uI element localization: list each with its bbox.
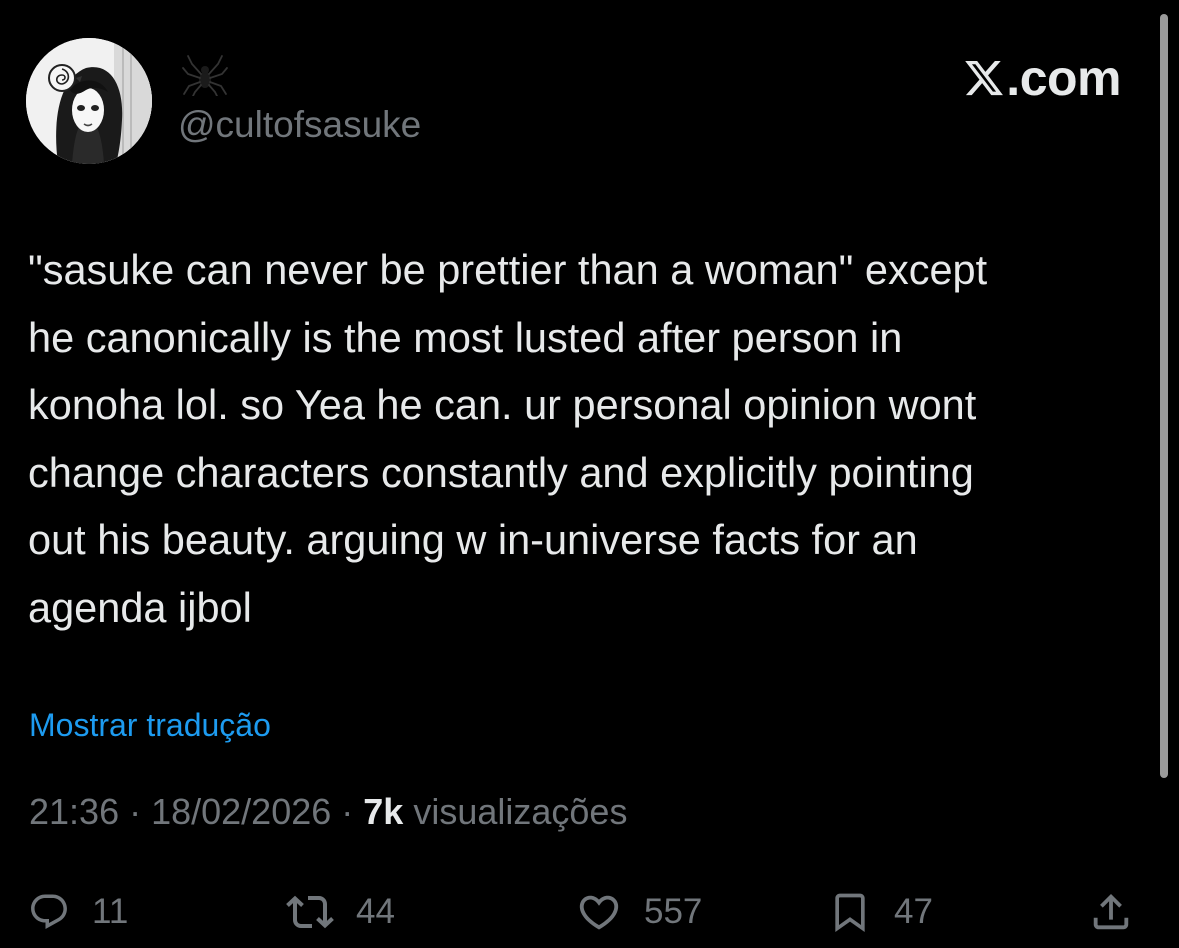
- avatar[interactable]: [26, 38, 152, 164]
- reply-count: 11: [92, 892, 129, 931]
- meta-separator: ·: [331, 791, 364, 832]
- tweet-date[interactable]: 18/02/2026: [151, 791, 331, 832]
- bookmark-icon: [835, 893, 865, 933]
- tweet-text-line: "sasuke can never be prettier than a wom…: [28, 246, 988, 293]
- share-icon: [1093, 893, 1129, 930]
- like-button[interactable]: 557: [576, 880, 702, 944]
- heart-icon: [579, 895, 619, 930]
- tweet-text-line: change characters constantly and explici…: [28, 448, 974, 496]
- like-count: 557: [644, 892, 703, 931]
- views-count: 7k: [363, 791, 404, 832]
- meta-separator: ·: [119, 791, 152, 832]
- tweet-text-line: he canonically is the most lusted after …: [28, 313, 903, 361]
- brand-watermark: .com: [963, 52, 1121, 104]
- repost-button[interactable]: 44: [286, 880, 395, 944]
- action-bar: 11 44 557 47: [0, 880, 1179, 944]
- bookmark-button[interactable]: 47: [828, 880, 933, 944]
- brand-text: .com: [1006, 50, 1121, 106]
- avatar-image: [26, 38, 152, 164]
- repost-icon: [286, 895, 334, 929]
- bookmark-count: 47: [894, 892, 933, 931]
- reply-button[interactable]: 11: [28, 880, 128, 944]
- x-logo-icon: [965, 60, 1004, 96]
- author-handle[interactable]: @cultofsasuke: [178, 103, 421, 147]
- tweet-text-line: agenda ijbol: [28, 583, 252, 631]
- reply-icon: [31, 894, 67, 929]
- tweet-text: "sasuke can never be prettier than a wom…: [28, 236, 1153, 642]
- tweet-meta: 21:36 · 18/02/2026 · 7k visualizações: [29, 790, 627, 834]
- tweet-text-line: out his beauty. arguing w in-universe fa…: [28, 516, 918, 564]
- views-label: visualizações: [413, 791, 628, 832]
- repost-count: 44: [356, 892, 395, 931]
- show-translation-link[interactable]: Mostrar tradução: [29, 705, 271, 745]
- tweet-text-line: konoha lol. so Yea he can. ur personal o…: [28, 381, 977, 429]
- share-button[interactable]: [1088, 880, 1134, 944]
- spider-icon: [180, 52, 230, 96]
- scrollbar[interactable]: [1160, 14, 1168, 778]
- tweet-time[interactable]: 21:36: [29, 791, 119, 832]
